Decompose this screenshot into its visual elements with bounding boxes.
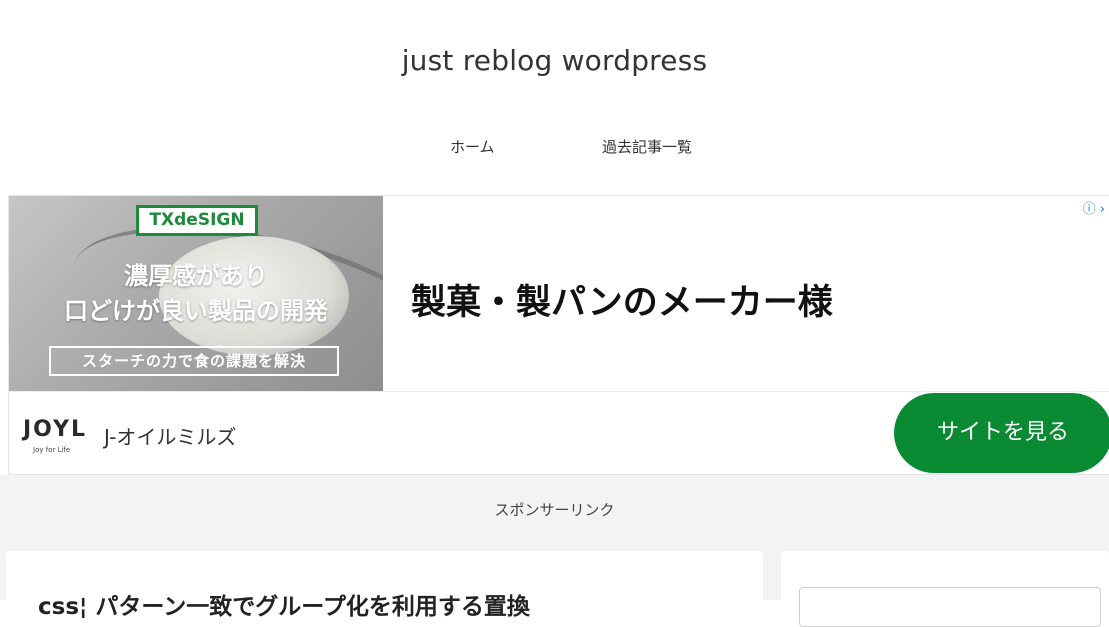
search-input[interactable]: [799, 587, 1101, 627]
post-title[interactable]: css¦ パターン一致でグループ化を利用する置換: [38, 587, 530, 621]
advertiser-logo[interactable]: JOYL Joy for Life: [23, 417, 93, 457]
adchoices-icon[interactable]: ⓘ ›: [1083, 198, 1105, 217]
ad-image[interactable]: TXdeSIGN 濃厚感があり 口どけが良い製品の開発 スターチの力で食の課題を…: [9, 196, 383, 391]
advertiser-tagline: Joy for Life: [33, 446, 71, 454]
advertiser-name[interactable]: J-オイルミルズ: [104, 421, 236, 450]
ad-brand-badge: TXdeSIGN: [136, 205, 258, 236]
nav-item-home[interactable]: ホーム: [450, 136, 495, 157]
content-area: スポンサーリンク css¦ パターン一致でグループ化を利用する置換: [0, 475, 1109, 627]
sponsor-label: スポンサーリンク: [494, 501, 615, 519]
site-title[interactable]: just reblog wordpress: [0, 44, 1109, 77]
ad-image-line-1: 濃厚感があり: [124, 262, 268, 290]
site-header: just reblog wordpress ホーム 過去記事一覧: [0, 0, 1109, 195]
ad-headline[interactable]: 製菓・製パンのメーカー様: [411, 274, 833, 325]
visit-site-button[interactable]: サイトを見る: [894, 393, 1109, 473]
display-ad[interactable]: TXdeSIGN 濃厚感があり 口どけが良い製品の開発 スターチの力で食の課題を…: [8, 195, 1109, 475]
nav-item-archive[interactable]: 過去記事一覧: [602, 136, 692, 157]
ad-divider: [9, 391, 1109, 392]
ad-image-line-2: 口どけが良い製品の開発: [64, 297, 328, 325]
ad-image-caption: スターチの力で食の課題を解決: [49, 346, 339, 376]
article-card: css¦ パターン一致でグループ化を利用する置換: [6, 551, 763, 620]
advertiser-logo-text: JOYL: [23, 417, 88, 442]
main-nav: ホーム 過去記事一覧: [0, 136, 1109, 160]
sidebar-card: [781, 551, 1109, 627]
